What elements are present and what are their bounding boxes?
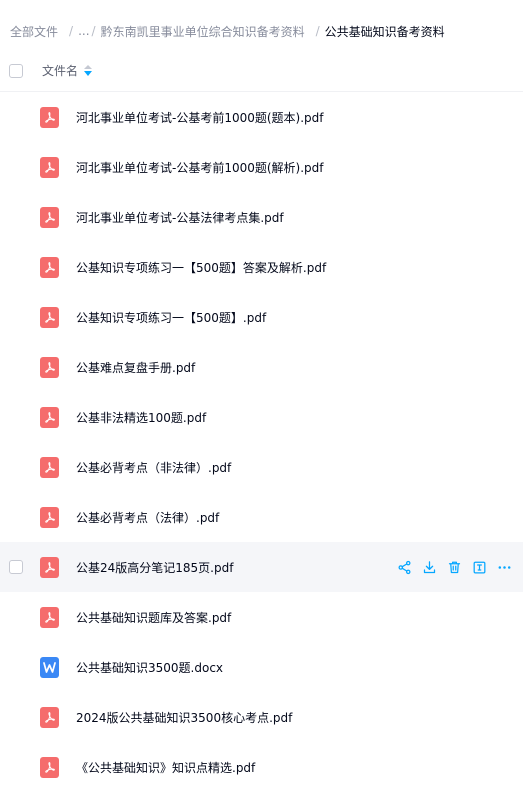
file-row[interactable]: 公基知识专项练习一【500题】答案及解析.pdf [0,242,523,292]
pdf-file-icon [40,257,59,278]
word-file-icon [40,657,59,678]
breadcrumb-separator: / [69,24,74,38]
rename-icon[interactable] [470,558,488,576]
download-icon[interactable] [420,558,438,576]
pdf-file-icon [40,457,59,478]
file-name[interactable]: 公基24版高分笔记185页.pdf [76,559,233,576]
row-actions [388,558,513,576]
share-icon[interactable] [395,558,413,576]
file-name[interactable]: 公基必背考点（非法律）.pdf [76,459,231,476]
pdf-file-icon [40,507,59,528]
file-name[interactable]: 河北事业单位考试-公基考前1000题(题本).pdf [76,109,324,126]
file-name[interactable]: 公共基础知识题库及答案.pdf [76,609,231,626]
pdf-file-icon [40,707,59,728]
row-checkbox[interactable] [9,560,23,574]
file-list-header: 文件名 [0,50,523,92]
file-name[interactable]: 公基知识专项练习一【500题】.pdf [76,309,266,326]
file-name[interactable]: 公基难点复盘手册.pdf [76,359,195,376]
file-name[interactable]: 公基非法精选100题.pdf [76,409,206,426]
breadcrumb-ellipsis[interactable]: ... [78,24,89,38]
file-name[interactable]: 河北事业单位考试-公基法律考点集.pdf [76,209,284,226]
file-name[interactable]: 河北事业单位考试-公基考前1000题(解析).pdf [76,159,324,176]
file-row[interactable]: 公基必背考点（法律）.pdf [0,492,523,542]
file-row[interactable]: 公基非法精选100题.pdf [0,392,523,442]
more-icon[interactable] [495,558,513,576]
file-row[interactable]: 《公共基础知识》知识点精选.pdf [0,742,523,792]
file-name[interactable]: 2024版公共基础知识3500核心考点.pdf [76,709,292,726]
column-filename-label: 文件名 [42,64,79,78]
pdf-file-icon [40,407,59,428]
breadcrumb-current: 公共基础知识备考资料 [324,24,445,39]
file-row[interactable]: 公基知识专项练习一【500题】.pdf [0,292,523,342]
file-name[interactable]: 《公共基础知识》知识点精选.pdf [76,759,255,776]
pdf-file-icon [40,607,59,628]
file-row[interactable]: 河北事业单位考试-公基考前1000题(解析).pdf [0,142,523,192]
file-row[interactable]: 公共基础知识题库及答案.pdf [0,592,523,642]
pdf-file-icon [40,107,59,128]
breadcrumb: 全部文件 / ... / 黔东南凯里事业单位综合知识备考资料 / 公共基础知识备… [10,22,445,40]
file-row[interactable]: 公基难点复盘手册.pdf [0,342,523,392]
breadcrumb-root[interactable]: 全部文件 [10,23,58,40]
file-list: 河北事业单位考试-公基考前1000题(题本).pdf 河北事业单位考试-公基考前1… [0,92,523,792]
file-row[interactable]: 河北事业单位考试-公基法律考点集.pdf [0,192,523,242]
pdf-file-icon [40,757,59,778]
pdf-file-icon [40,357,59,378]
pdf-file-icon [40,557,59,578]
breadcrumb-parent[interactable]: 黔东南凯里事业单位综合知识备考资料 [101,23,305,40]
pdf-file-icon [40,307,59,328]
pdf-file-icon [40,157,59,178]
file-name[interactable]: 公基知识专项练习一【500题】答案及解析.pdf [76,259,326,276]
file-row[interactable]: 公基24版高分笔记185页.pdf [0,542,523,592]
select-all-checkbox[interactable] [9,63,23,78]
file-name[interactable]: 公共基础知识3500题.docx [76,659,223,676]
delete-icon[interactable] [445,558,463,576]
sort-icon[interactable] [84,64,93,77]
file-row[interactable]: 2024版公共基础知识3500核心考点.pdf [0,692,523,742]
pdf-file-icon [40,207,59,228]
column-filename[interactable]: 文件名 [42,62,93,79]
file-row[interactable]: 公基必背考点（非法律）.pdf [0,442,523,492]
file-row[interactable]: 河北事业单位考试-公基考前1000题(题本).pdf [0,92,523,142]
breadcrumb-separator: / [315,24,320,38]
file-name[interactable]: 公基必背考点（法律）.pdf [76,509,219,526]
file-row[interactable]: 公共基础知识3500题.docx [0,642,523,692]
breadcrumb-separator: / [91,24,96,38]
